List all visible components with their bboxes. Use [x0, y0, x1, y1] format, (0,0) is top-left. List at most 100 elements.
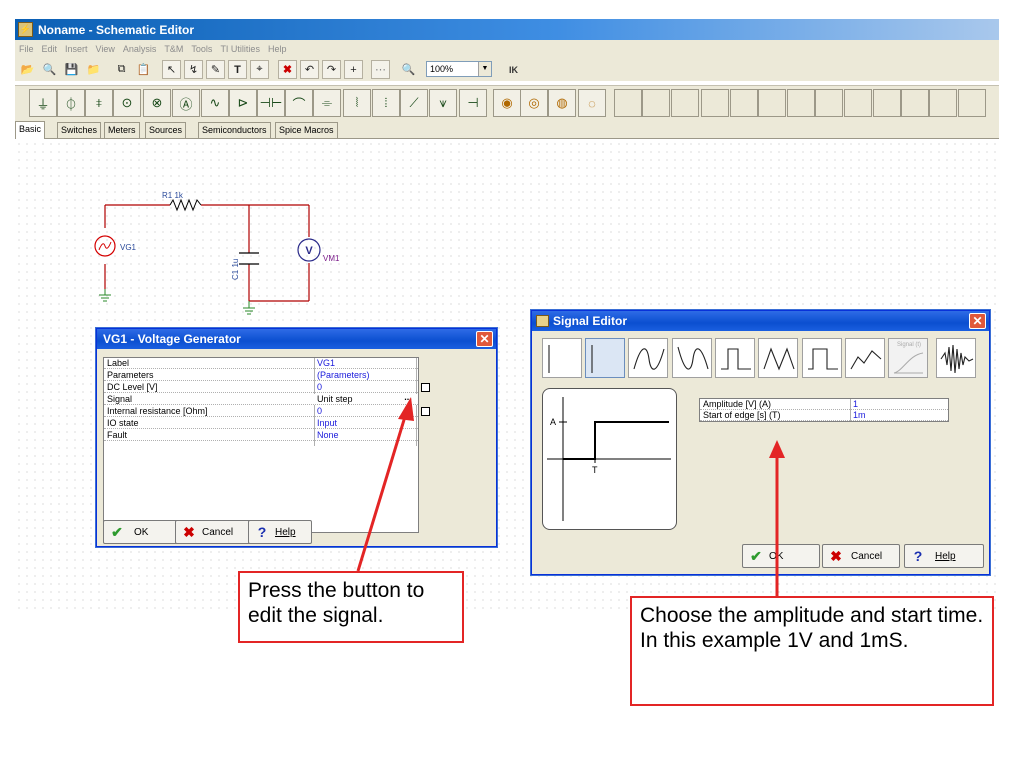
menu-item[interactable]: Tools — [191, 44, 212, 54]
signal-parameter-row[interactable]: Amplitude [V] (A) 1 — [700, 399, 948, 410]
diode-icon[interactable]: ⊳ — [229, 89, 257, 117]
empty-palette-slot[interactable] — [787, 89, 815, 117]
select-arrow-icon[interactable]: ↖ — [162, 60, 181, 79]
ac-source-icon[interactable]: ⊙ — [113, 89, 141, 117]
menu-item[interactable]: Edit — [42, 44, 58, 54]
dc-signal-icon[interactable] — [542, 338, 582, 378]
empty-palette-slot[interactable] — [730, 89, 758, 117]
empty-palette-slot[interactable] — [873, 89, 901, 117]
inductor-icon[interactable]: ⌒ — [285, 89, 313, 117]
empty-palette-slot[interactable] — [815, 89, 843, 117]
general-signal-icon[interactable]: Signal (t) — [888, 338, 928, 378]
dc-source-icon[interactable]: ⧧ — [85, 89, 113, 117]
parameter-checkbox[interactable] — [421, 407, 430, 416]
menu-item[interactable]: Insert — [65, 44, 88, 54]
property-row[interactable]: Parameters (Parameters) — [104, 370, 418, 381]
menu-item[interactable]: Analysis — [123, 44, 157, 54]
property-row[interactable]: Internal resistance [Ohm] 0 — [104, 406, 418, 417]
zener-icon[interactable]: ⩛ — [429, 89, 457, 117]
jumper-tool-icon[interactable]: ⌖ — [250, 60, 269, 79]
property-value[interactable]: 0 — [317, 382, 322, 393]
piecewise-linear-signal-icon[interactable] — [845, 338, 885, 378]
delete-icon[interactable]: ✖ — [278, 60, 297, 79]
menu-item[interactable]: View — [96, 44, 115, 54]
ok-button[interactable]: ✔ OK — [103, 520, 181, 544]
capacitor-icon[interactable]: ⊣⊢ — [257, 89, 285, 117]
tab-sources[interactable]: Sources — [145, 122, 187, 138]
menu-item[interactable]: T&M — [164, 44, 183, 54]
property-value[interactable]: VG1 — [317, 358, 335, 369]
ammeter-source-icon[interactable]: ⊗ — [143, 89, 171, 117]
property-row[interactable]: DC Level [V] 0 — [104, 382, 418, 393]
ammeter-icon[interactable]: Ⓐ — [172, 89, 200, 117]
ic-icon[interactable]: ◉ — [493, 89, 521, 117]
property-value[interactable]: None — [317, 430, 339, 441]
property-row[interactable]: IO state Input — [104, 418, 418, 429]
grid-icon[interactable]: ⋯ — [371, 60, 390, 79]
tab-basic[interactable]: Basic — [15, 121, 46, 139]
empty-palette-slot[interactable] — [958, 89, 986, 117]
ic-pin-icon[interactable]: ◎ — [520, 89, 548, 117]
tab-switches[interactable]: Switches — [57, 122, 102, 138]
op-amp-icon[interactable]: ◍ — [548, 89, 576, 117]
property-value[interactable]: 0 — [317, 406, 322, 417]
resistor-icon[interactable]: ∿ — [201, 89, 229, 117]
text-tool-icon[interactable]: T — [228, 60, 247, 79]
menu-item[interactable]: TI Utilities — [220, 44, 260, 54]
empty-palette-slot[interactable] — [929, 89, 957, 117]
relay-icon[interactable]: ⦙ — [372, 89, 400, 117]
empty-palette-slot[interactable] — [758, 89, 786, 117]
property-value[interactable]: Unit step — [317, 394, 353, 405]
empty-palette-slot[interactable] — [844, 89, 872, 117]
ground-icon[interactable]: ⏚ — [29, 89, 57, 117]
zoom-select[interactable]: 100% ▼ — [426, 61, 492, 77]
cosine-signal-icon[interactable] — [672, 338, 712, 378]
close-icon[interactable]: ✕ — [969, 313, 986, 329]
noise-signal-icon[interactable] — [936, 338, 976, 378]
ok-button[interactable]: ✔ OK — [742, 544, 820, 568]
transformer-icon[interactable]: ⦚ — [343, 89, 371, 117]
help-button[interactable]: ? Help — [248, 520, 312, 544]
add-node-icon[interactable]: + — [344, 60, 363, 79]
empty-palette-slot[interactable] — [701, 89, 729, 117]
switch-icon[interactable]: ⌯ — [313, 89, 341, 117]
menu-item[interactable]: File — [19, 44, 34, 54]
wire-icon[interactable]: ⟋ — [400, 89, 428, 117]
property-row[interactable]: Fault None — [104, 430, 418, 441]
close-icon[interactable]: ✕ — [476, 331, 493, 347]
open-file-icon[interactable]: 🔍 — [40, 60, 59, 79]
triangle-signal-icon[interactable] — [758, 338, 798, 378]
pen-tool-icon[interactable]: ✎ — [206, 60, 225, 79]
tab-meters[interactable]: Meters — [104, 122, 140, 138]
empty-palette-slot[interactable] — [642, 89, 670, 117]
tab-spice-macros[interactable]: Spice Macros — [275, 122, 338, 138]
subcircuit-icon[interactable]: ◌ — [578, 89, 606, 117]
zoom-icon[interactable]: 🔍 — [399, 60, 418, 79]
cancel-button[interactable]: ✖ Cancel — [175, 520, 251, 544]
parameter-checkbox[interactable] — [421, 383, 430, 392]
redo-icon[interactable]: ↷ — [322, 60, 341, 79]
parameter-value[interactable]: 1 — [853, 399, 858, 410]
open-folder-icon[interactable]: 📂 — [18, 60, 37, 79]
property-value[interactable]: Input — [317, 418, 337, 429]
unit-step-signal-icon[interactable] — [585, 338, 625, 378]
cancel-button[interactable]: ✖ Cancel — [822, 544, 900, 568]
menu-item[interactable]: Help — [268, 44, 287, 54]
save-icon[interactable]: 💾 — [62, 60, 81, 79]
battery-icon[interactable]: ⏀ — [57, 89, 85, 117]
wire-tool-icon[interactable]: ↯ — [184, 60, 203, 79]
property-row[interactable]: Label VG1 — [104, 358, 418, 369]
tab-semiconductors[interactable]: Semiconductors — [198, 122, 271, 138]
ic-component-icon[interactable]: IK — [504, 60, 523, 79]
terminal-icon[interactable]: ⊣ — [459, 89, 487, 117]
library-icon[interactable]: 📁 — [84, 60, 103, 79]
property-row[interactable]: Signal Unit step... — [104, 393, 418, 405]
property-value[interactable]: (Parameters) — [317, 370, 370, 381]
copy-icon[interactable]: ⧉ — [112, 60, 131, 79]
chevron-down-icon[interactable]: ▼ — [478, 62, 491, 76]
pulse-signal-icon[interactable] — [802, 338, 842, 378]
signal-parameter-row[interactable]: Start of edge [s] (T) 1m — [700, 410, 948, 421]
edit-signal-button[interactable]: ... — [401, 393, 415, 404]
undo-icon[interactable]: ↶ — [300, 60, 319, 79]
empty-palette-slot[interactable] — [671, 89, 699, 117]
